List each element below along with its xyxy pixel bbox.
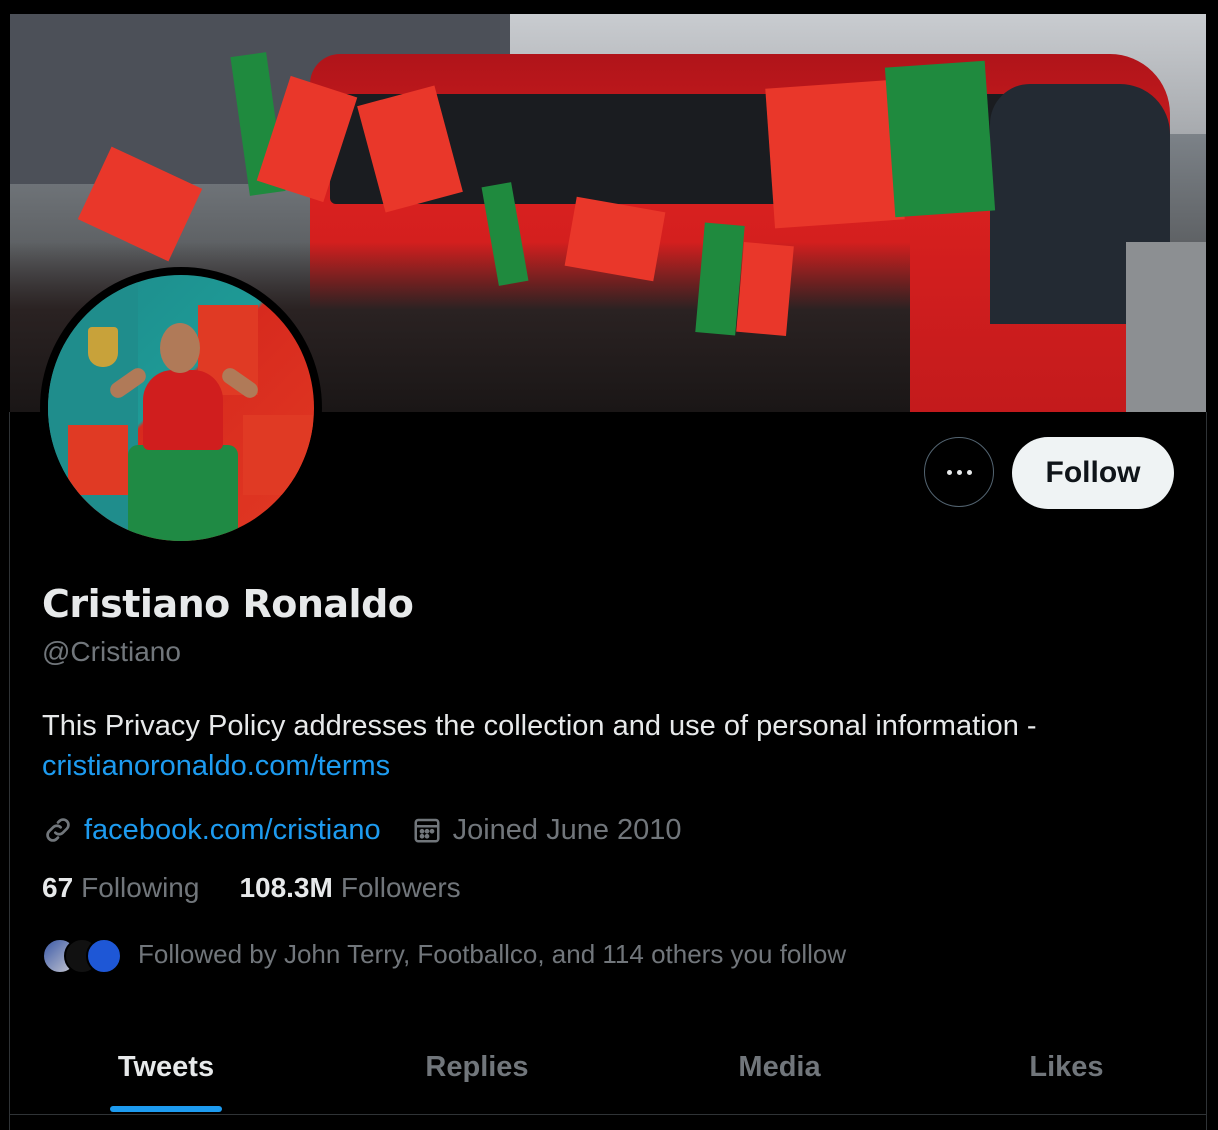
profile-page: Follow Cristiano Ronaldo @Cristiano This…: [0, 0, 1218, 1130]
column-border-left: [9, 412, 10, 1130]
profile-meta: facebook.com/cristiano Joined June 2010: [42, 808, 712, 852]
tab-label: Tweets: [117, 1050, 215, 1083]
followed-by-text: Followed by John Terry, Footballco, and …: [138, 938, 847, 969]
profile-handle: @Cristiano: [42, 636, 181, 667]
bio-text: This Privacy Policy addresses the collec…: [42, 710, 1037, 742]
following-label: Following: [81, 872, 200, 903]
website-link[interactable]: facebook.com/cristiano: [84, 814, 381, 847]
follow-button[interactable]: Follow: [1012, 437, 1174, 509]
followers-label: Followers: [340, 872, 461, 903]
more-options-button[interactable]: [924, 437, 994, 507]
federation-crest: [88, 327, 118, 367]
link-icon: [42, 814, 74, 846]
followers-count: 108.3M: [239, 872, 333, 903]
mutual-followers-avatars: [42, 934, 122, 974]
bio-link[interactable]: cristianoronaldo.com/terms: [42, 750, 390, 782]
profile-avatar[interactable]: [40, 267, 322, 549]
tab-media[interactable]: Media: [632, 1020, 927, 1114]
more-horizontal-icon: [946, 469, 972, 475]
tab-label: Likes: [1029, 1050, 1104, 1083]
joined-date: Joined June 2010: [452, 813, 682, 846]
avatar: [86, 938, 122, 974]
calendar-icon: [411, 814, 443, 846]
follow-stats: 67 Following 108.3M Followers: [42, 872, 461, 904]
following-stat[interactable]: 67 Following: [42, 872, 199, 904]
profile-tabs: Tweets Replies Media Likes: [10, 1020, 1206, 1114]
tabs-divider: [10, 1114, 1206, 1115]
tab-label: Replies: [425, 1050, 529, 1083]
tab-label: Media: [738, 1050, 821, 1083]
followed-by-row[interactable]: Followed by John Terry, Footballco, and …: [42, 932, 846, 976]
profile-bio: This Privacy Policy addresses the collec…: [42, 706, 1162, 786]
tab-replies[interactable]: Replies: [322, 1020, 632, 1114]
following-count: 67: [42, 872, 74, 903]
followers-stat[interactable]: 108.3M Followers: [239, 872, 460, 904]
tab-tweets[interactable]: Tweets: [10, 1020, 322, 1114]
tab-likes[interactable]: Likes: [927, 1020, 1206, 1114]
active-tab-indicator: [110, 1106, 222, 1112]
profile-name: Cristiano Ronaldo: [42, 582, 414, 626]
column-border-right: [1206, 412, 1207, 1130]
